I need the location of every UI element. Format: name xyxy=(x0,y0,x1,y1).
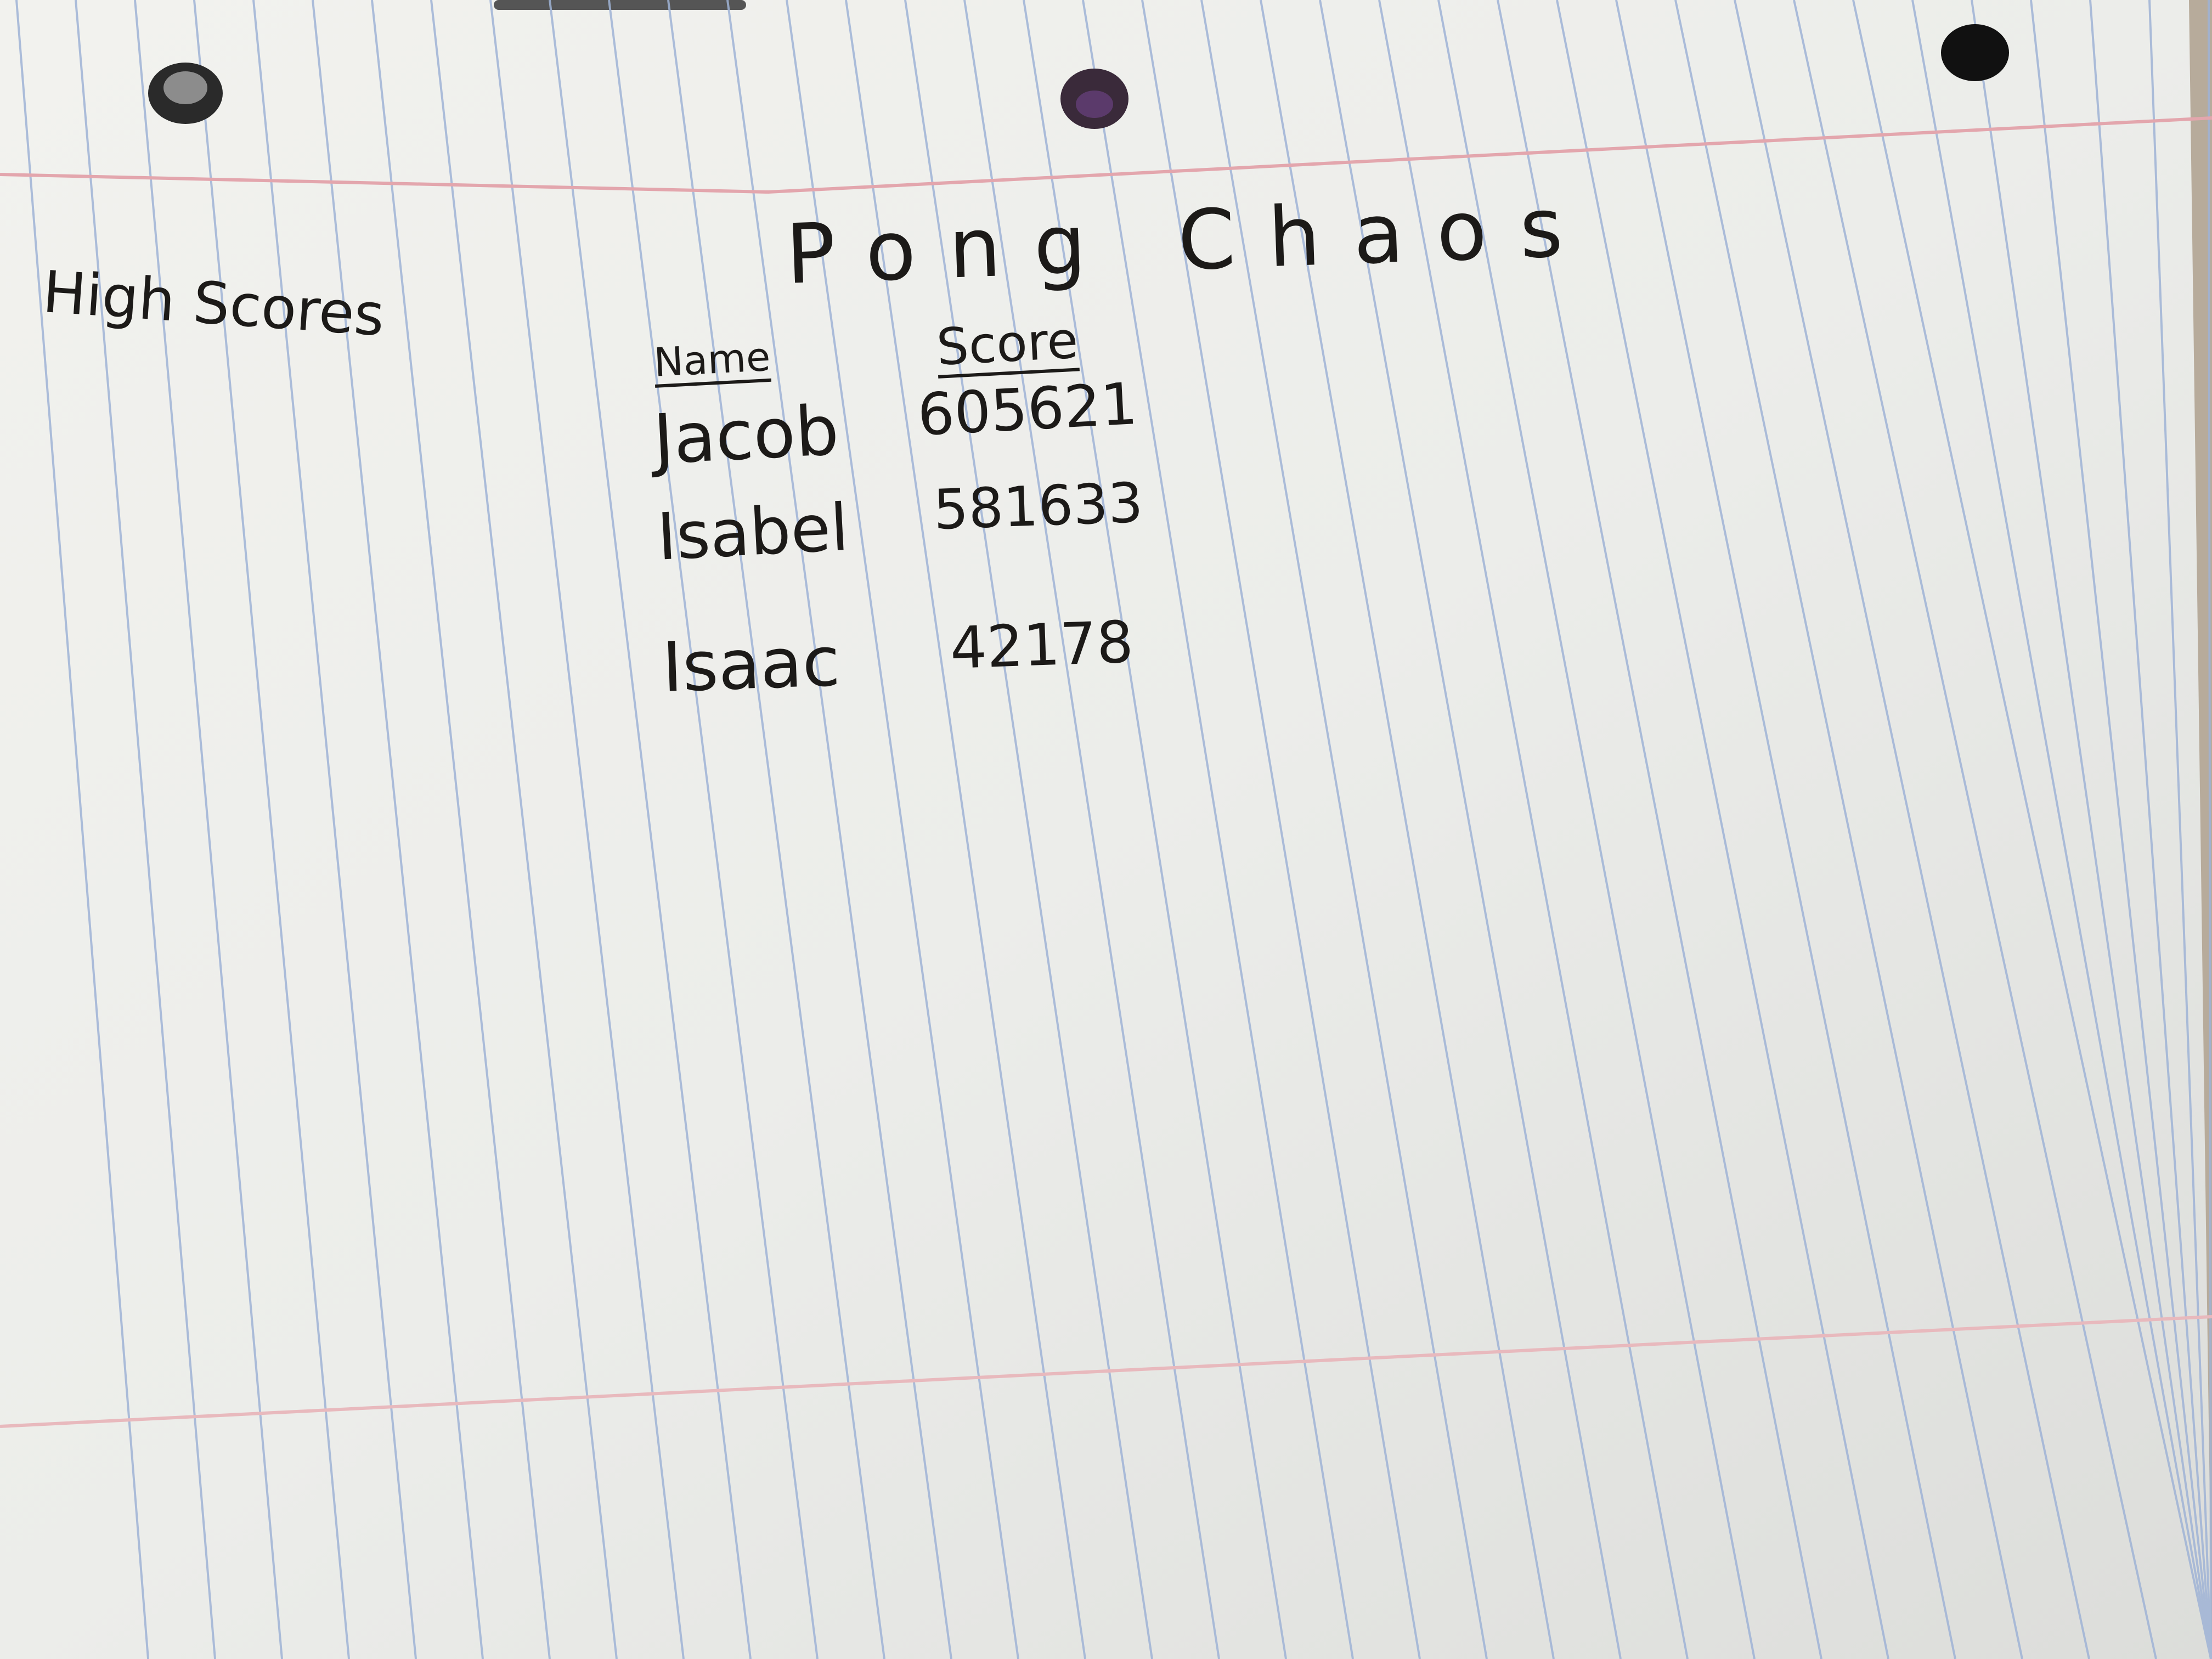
row-1-name: Jacob xyxy=(651,391,841,480)
row-3-name: Isaac xyxy=(661,622,842,708)
row-2-score: 581633 xyxy=(932,470,1144,542)
name-column-header: Name xyxy=(653,334,772,388)
spiral-binding xyxy=(494,0,746,10)
row-3-score: 42178 xyxy=(949,608,1135,682)
punch-hole xyxy=(1941,24,2009,81)
score-column-header: Score xyxy=(935,311,1080,379)
row-2-name: Isabel xyxy=(655,489,851,575)
row-1-score: 605621 xyxy=(916,370,1139,449)
